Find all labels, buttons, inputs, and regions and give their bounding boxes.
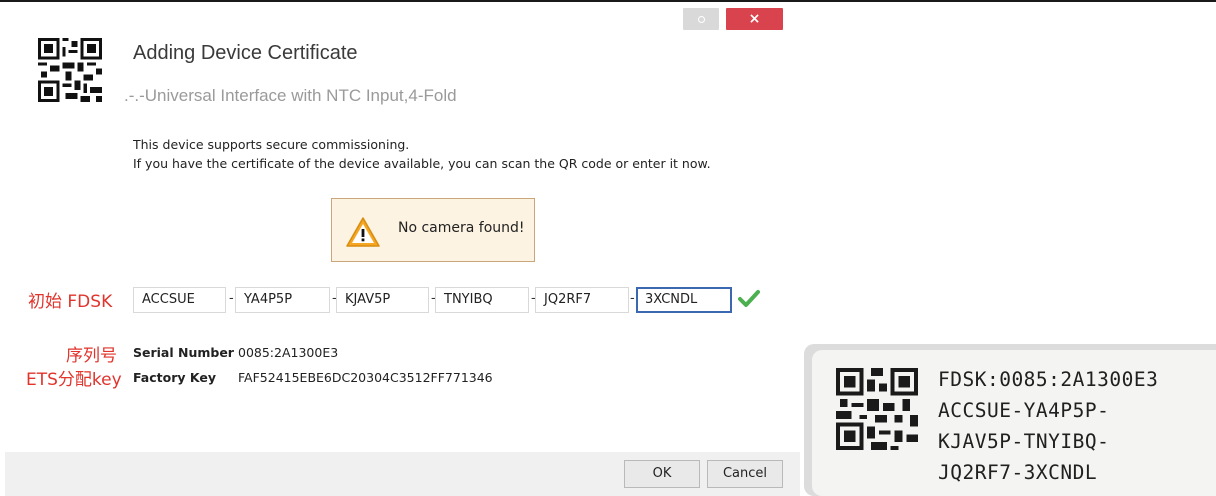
camera-warning: No camera found! — [331, 198, 535, 262]
factory-key-value: FAF52415EBE6DC20304C3512FF771346 — [238, 370, 493, 385]
restore-button[interactable] — [683, 8, 719, 30]
label-fdsk-line: FDSK:0085:2A1300E3 — [938, 368, 1159, 391]
label-key-line-3: JQ2RF7-3XCNDL — [938, 461, 1098, 484]
close-button[interactable]: × — [726, 8, 783, 30]
description: This device supports secure commissionin… — [133, 135, 711, 173]
ok-button[interactable]: OK — [624, 460, 700, 488]
cancel-button[interactable]: Cancel — [707, 460, 783, 488]
fdsk-segment-1[interactable]: ACCSUE — [133, 287, 226, 313]
device-label-sticker: FDSK:0085:2A1300E3 ACCSUE-YA4P5P- KJAV5P… — [812, 350, 1216, 496]
check-icon — [738, 290, 760, 307]
label-key-line-1: ACCSUE-YA4P5P- — [938, 399, 1110, 422]
restore-icon — [698, 16, 705, 23]
close-icon: × — [748, 11, 761, 27]
annotation-ets-key: ETS分配key — [26, 370, 122, 390]
label-key-line-2: KJAV5P-TNYIBQ- — [938, 430, 1110, 453]
device-label-photo: FDSK:0085:2A1300E3 ACCSUE-YA4P5P- KJAV5P… — [804, 344, 1216, 496]
fdsk-segment-3[interactable]: KJAV5P — [336, 287, 429, 313]
description-line-1: This device supports secure commissionin… — [133, 137, 410, 152]
dialog-title: Adding Device Certificate — [133, 42, 358, 64]
annotation-serial: 序列号 — [66, 346, 117, 366]
warning-text: No camera found! — [398, 220, 525, 236]
device-name: .-.-Universal Interface with NTC Input,4… — [124, 86, 457, 105]
fdsk-segment-6[interactable]: 3XCNDL — [636, 287, 732, 313]
fdsk-segment-2[interactable]: YA4P5P — [235, 287, 330, 313]
description-line-2: If you have the certificate of the devic… — [133, 156, 711, 171]
serial-number-label: Serial Number — [133, 345, 234, 360]
fdsk-separator: - — [630, 291, 635, 306]
add-certificate-dialog: Adding Device Certificate .-.-Universal … — [0, 2, 800, 496]
fdsk-separator: - — [229, 291, 234, 306]
qr-code-icon — [38, 38, 102, 102]
annotation-fdsk: 初始 FDSK — [28, 292, 113, 312]
warning-icon — [346, 217, 380, 247]
fdsk-segment-4[interactable]: TNYIBQ — [435, 287, 529, 313]
device-label-text: FDSK:0085:2A1300E3 ACCSUE-YA4P5P- KJAV5P… — [938, 364, 1158, 488]
fdsk-segment-5[interactable]: JQ2RF7 — [535, 287, 629, 313]
factory-key-label: Factory Key — [133, 370, 216, 385]
qr-code-icon — [836, 368, 918, 450]
serial-number-value: 0085:2A1300E3 — [238, 345, 339, 360]
